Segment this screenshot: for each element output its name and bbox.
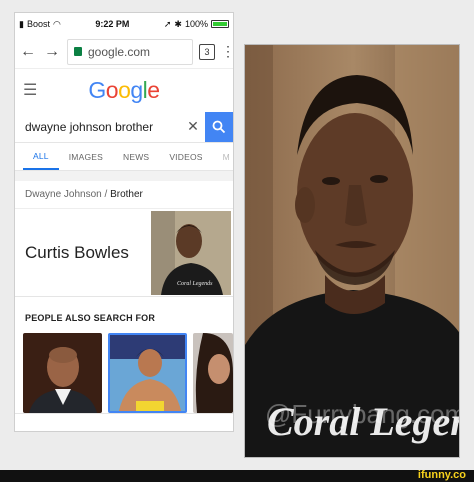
phone-screenshot: ▮ Boost ◠ 9:22 PM ➚ ✱ 100% ← → google.co… <box>14 12 234 432</box>
knowledge-panel: Dwayne Johnson / Brother Curtis Bowles C… <box>15 181 233 414</box>
related-person-2[interactable] <box>108 333 188 413</box>
location-icon: ➚ <box>163 18 172 29</box>
entity-name: Curtis Bowles <box>25 242 129 262</box>
canvas: ▮ Boost ◠ 9:22 PM ➚ ✱ 100% ← → google.co… <box>0 0 474 482</box>
clock: 9:22 PM <box>95 19 130 29</box>
status-bar: ▮ Boost ◠ 9:22 PM ➚ ✱ 100% <box>15 13 233 35</box>
clear-icon[interactable]: ✕ <box>181 118 205 135</box>
forward-icon[interactable]: → <box>43 43 61 61</box>
back-icon[interactable]: ← <box>19 43 37 61</box>
wifi-icon: ◠ <box>52 18 61 29</box>
breadcrumb: Dwayne Johnson / Brother <box>15 181 233 209</box>
logo-letter: o <box>105 76 119 103</box>
google-header: ☰ Google <box>15 69 233 111</box>
breadcrumb-parent[interactable]: Dwayne Johnson <box>25 189 102 200</box>
search-icon <box>212 120 226 133</box>
overflow-menu-icon[interactable]: ⋮ <box>221 43 233 60</box>
carrier: Boost <box>26 19 50 29</box>
related-people-row <box>15 333 233 413</box>
logo-letter: e <box>147 76 160 103</box>
battery-percent: 100% <box>184 19 208 29</box>
search-input[interactable]: dwayne johnson brother <box>15 111 181 142</box>
tab-images[interactable]: IMAGES <box>59 143 113 170</box>
tab-more[interactable]: M <box>213 143 233 170</box>
url-field[interactable]: google.com <box>67 38 193 65</box>
ifunny-logo[interactable]: ifunny.co <box>418 469 466 481</box>
related-person-1[interactable] <box>23 333 103 413</box>
logo-letter: o <box>118 76 131 103</box>
person-photo <box>193 333 233 413</box>
portrait-image: Coral Legen @Furrybang.com <box>245 45 460 457</box>
people-also-search-heading: PEOPLE ALSO SEARCH FOR <box>25 313 156 323</box>
tab-all[interactable]: ALL <box>23 143 59 170</box>
lock-icon <box>74 47 82 56</box>
svg-text:Coral Legends: Coral Legends <box>177 281 213 287</box>
browser-toolbar: ← → google.com 3 ⋮ <box>15 35 233 69</box>
logo-letter: G <box>88 76 106 103</box>
breadcrumb-current: Brother <box>110 189 143 200</box>
search-button[interactable] <box>205 111 233 142</box>
related-person-3[interactable] <box>193 333 233 413</box>
logo-letter: g <box>130 76 143 103</box>
search-tabs: ALL IMAGES NEWS VIDEOS M <box>15 143 233 171</box>
entity-photo: Coral Legends <box>151 210 231 295</box>
tab-videos[interactable]: VIDEOS <box>159 143 212 170</box>
breadcrumb-separator: / <box>104 189 108 200</box>
entity-thumbnail[interactable]: Coral Legends <box>151 210 231 295</box>
search-bar: dwayne johnson brother ✕ <box>15 111 233 143</box>
entity-card[interactable]: Curtis Bowles Coral Legends <box>15 209 233 297</box>
footer-bar: ifunny.co <box>0 469 474 482</box>
google-logo[interactable]: Google <box>15 77 233 104</box>
url-text: google.com <box>88 44 151 59</box>
tab-news[interactable]: NEWS <box>113 143 159 170</box>
bluetooth-icon: ✱ <box>174 18 182 29</box>
spacer <box>15 171 233 181</box>
signal-icon: ▮ <box>19 18 24 29</box>
watermark: @Furrybang.com <box>265 399 460 429</box>
battery-icon <box>211 20 229 28</box>
portrait-photo: Coral Legen @Furrybang.com <box>244 44 460 458</box>
tab-switcher-button[interactable]: 3 <box>199 43 215 60</box>
person-photo <box>23 333 103 413</box>
person-photo <box>110 335 186 411</box>
